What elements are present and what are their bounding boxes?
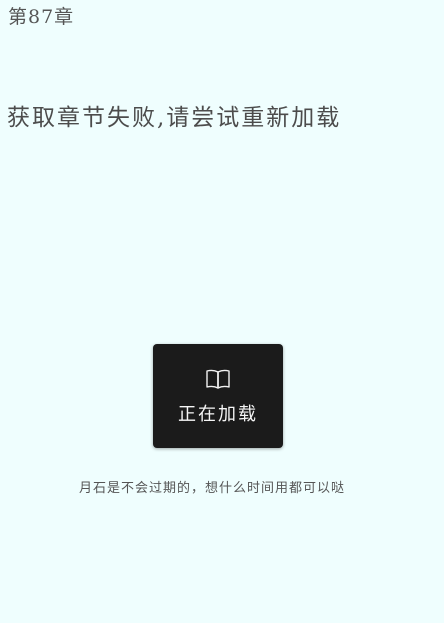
loading-indicator: 正在加载 xyxy=(153,344,283,448)
load-error-message[interactable]: 获取章节失败,请尝试重新加载 xyxy=(7,98,341,132)
footer-quote: 月石是不会过期的，想什么时间用都可以哒 xyxy=(79,481,346,496)
loading-label: 正在加载 xyxy=(178,404,258,425)
chapter-title: 第87章 xyxy=(8,6,75,28)
book-icon xyxy=(205,366,231,400)
